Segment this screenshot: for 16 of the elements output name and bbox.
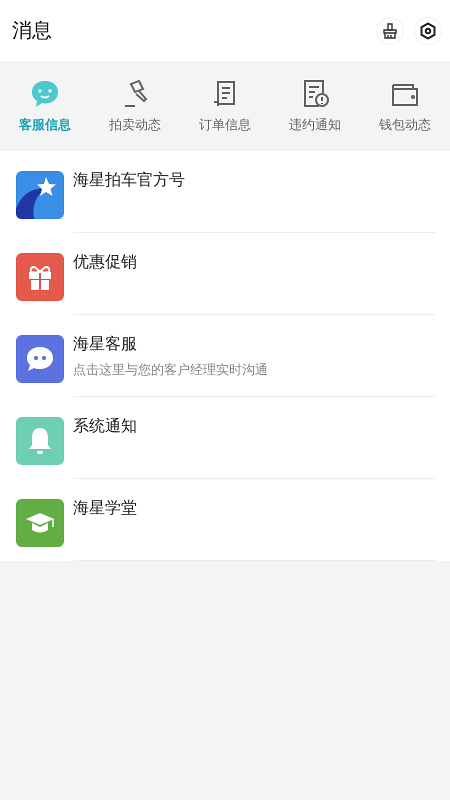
message-title[interactable]: 系统通知 xyxy=(73,416,137,437)
message-preview: 点击这里与您的客户经理实时沟通 xyxy=(73,362,268,379)
message-title[interactable]: 海星拍车官方号 xyxy=(73,170,185,191)
category-tab[interactable]: 拍卖动态 xyxy=(90,78,180,134)
smiley-bubble-icon xyxy=(29,78,61,110)
category-tab[interactable]: 订单信息 xyxy=(180,78,270,134)
page-title: 消息 xyxy=(12,17,52,44)
category-tab[interactable]: 违约通知 xyxy=(270,78,360,134)
broom-button[interactable] xyxy=(376,16,404,44)
settings-button[interactable] xyxy=(414,16,442,44)
message-title[interactable]: 优惠促销 xyxy=(73,252,137,273)
message-title[interactable]: 海星客服 xyxy=(73,334,137,355)
settings-icon xyxy=(419,22,437,40)
broom-icon xyxy=(381,22,399,40)
category-tab[interactable]: 钱包动态 xyxy=(360,78,450,134)
message-title[interactable]: 海星学堂 xyxy=(73,498,137,519)
